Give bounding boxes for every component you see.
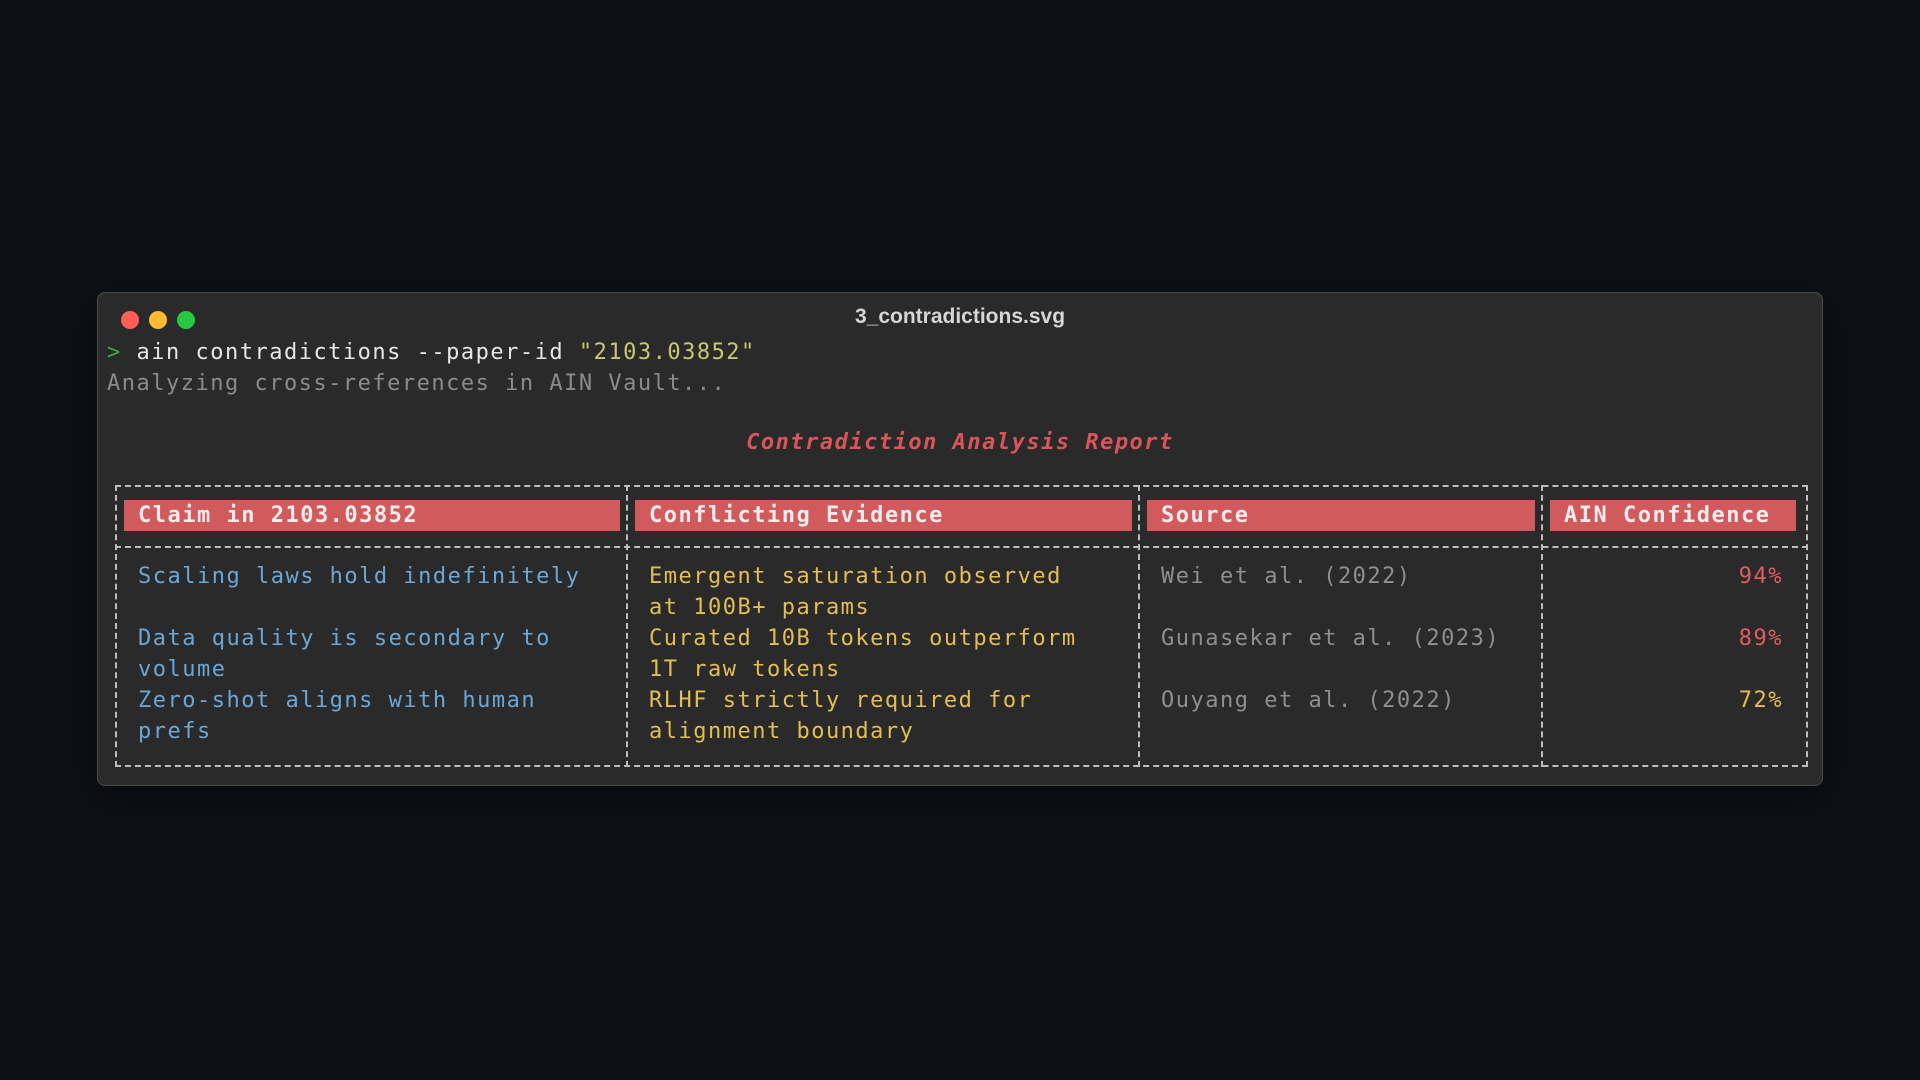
claim-cell: Zero-shot aligns with human prefs xyxy=(138,685,536,747)
header-divider xyxy=(115,546,1808,548)
source-cell: Ouyang et al. (2022) xyxy=(1161,688,1456,713)
source-cell: Wei et al. (2022) xyxy=(1161,564,1412,589)
evidence-cell: RLHF strictly required for alignment boun… xyxy=(649,685,1032,747)
claim-cell: Data quality is secondary to volume xyxy=(138,623,551,685)
prompt-icon: > xyxy=(107,340,122,365)
column-divider xyxy=(1541,485,1543,767)
title-bar: 3_contradictions.svg xyxy=(98,293,1822,343)
window-title: 3_contradictions.svg xyxy=(854,305,1066,328)
evidence-cell: Curated 10B tokens outperform 1T raw toke… xyxy=(649,623,1077,685)
evidence-line: 1T raw tokens xyxy=(649,657,841,682)
column-divider xyxy=(626,485,628,767)
confidence-cell: 89% xyxy=(1738,626,1783,651)
evidence-line: alignment boundary xyxy=(649,719,915,744)
confidence-cell: 72% xyxy=(1738,688,1783,713)
column-header-evidence: Conflicting Evidence xyxy=(635,500,1132,531)
evidence-line: RLHF strictly required for xyxy=(649,688,1033,713)
report-title: Contradiction Analysis Report xyxy=(746,430,1174,455)
claim-cell: Scaling laws hold indefinitely xyxy=(138,561,580,592)
column-header-source: Source xyxy=(1147,500,1535,531)
terminal-window: 3_contradictions.svg > ain contradiction… xyxy=(97,292,1823,786)
status-message: Analyzing cross-references in AIN Vault.… xyxy=(107,371,727,396)
column-header-claim: Claim in 2103.03852 xyxy=(124,500,620,531)
evidence-line: at 100B+ params xyxy=(649,595,871,620)
command-line: > ain contradictions --paper-id "2103.03… xyxy=(107,337,756,368)
claim-line: Data quality is secondary to xyxy=(138,626,551,651)
command-argument: "2103.03852" xyxy=(578,340,756,365)
claim-line: Scaling laws hold indefinitely xyxy=(138,564,581,589)
claim-line: prefs xyxy=(138,719,212,744)
confidence-cell: 94% xyxy=(1738,564,1783,589)
command-text: ain contradictions --paper-id xyxy=(136,340,579,365)
column-header-confidence: AIN Confidence xyxy=(1550,500,1796,531)
evidence-cell: Emergent saturation observed at 100B+ par… xyxy=(649,561,1062,623)
evidence-line: Curated 10B tokens outperform xyxy=(649,626,1077,651)
evidence-line: Emergent saturation observed xyxy=(649,564,1062,589)
source-cell: Gunasekar et al. (2023) xyxy=(1161,626,1501,651)
claim-line: Zero-shot aligns with human xyxy=(138,688,537,713)
claim-line: volume xyxy=(138,657,227,682)
column-divider xyxy=(1138,485,1140,767)
